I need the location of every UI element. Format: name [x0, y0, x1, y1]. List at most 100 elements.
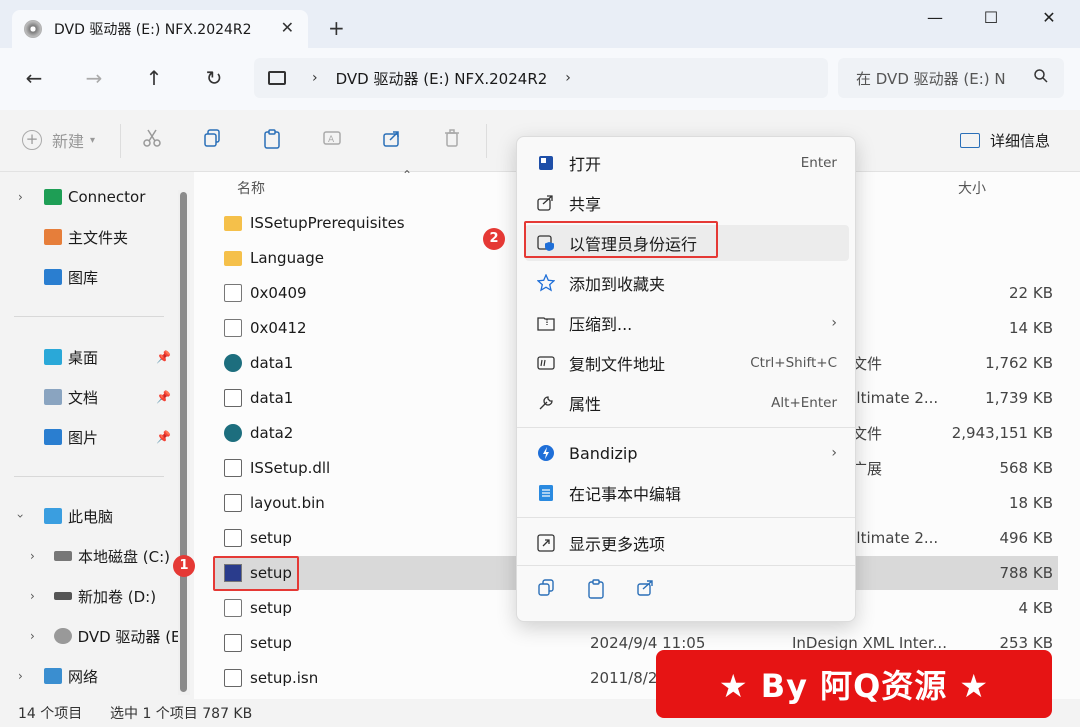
- copy-icon[interactable]: [202, 128, 222, 152]
- cut-icon[interactable]: [142, 128, 162, 152]
- file-name: data2: [250, 424, 294, 442]
- chevron-down-icon[interactable]: ›: [13, 514, 27, 519]
- sidebar-item-network[interactable]: › 网络: [0, 661, 178, 691]
- menu-item-compress[interactable]: 压缩到... ›: [525, 305, 849, 341]
- paste-icon[interactable]: [262, 128, 282, 154]
- file-size: 14 KB: [1009, 319, 1053, 337]
- open-icon: [537, 154, 555, 172]
- chevron-right-icon[interactable]: ›: [30, 549, 35, 563]
- menu-item-edit-notepad[interactable]: 在记事本中编辑: [525, 475, 849, 511]
- minimize-button[interactable]: —: [920, 8, 950, 27]
- menu-shortcut: Enter: [800, 155, 837, 171]
- file-icon: [224, 529, 242, 547]
- sidebar-item-home[interactable]: 主文件夹: [0, 222, 178, 252]
- sidebar-item-desktop[interactable]: 桌面 📌: [0, 342, 178, 372]
- address-path[interactable]: DVD 驱动器 (E:) NFX.2024R2: [336, 68, 548, 89]
- share-icon[interactable]: [637, 579, 655, 602]
- new-button[interactable]: + 新建 ▾: [22, 128, 95, 152]
- sidebar-item-drive-e[interactable]: › DVD 驱动器 (E: [0, 621, 178, 651]
- watermark-banner: ★ By 阿Q资源 ★: [656, 650, 1052, 718]
- new-tab-button[interactable]: +: [328, 16, 345, 40]
- file-size: 568 KB: [999, 459, 1053, 477]
- chevron-right-icon: ›: [831, 445, 837, 461]
- copy-icon[interactable]: [537, 579, 555, 602]
- chevron-right-icon: ›: [831, 315, 837, 331]
- toolbar-divider: [120, 124, 121, 158]
- menu-item-copy-path[interactable]: 复制文件地址 Ctrl+Shift+C: [525, 345, 849, 381]
- back-button[interactable]: ←: [20, 66, 48, 90]
- pin-icon[interactable]: 📌: [156, 390, 171, 404]
- search-box[interactable]: 在 DVD 驱动器 (E:) N: [838, 58, 1064, 98]
- wrench-icon: [537, 394, 555, 412]
- refresh-button[interactable]: ↻: [200, 66, 228, 90]
- menu-label: 打开: [569, 155, 602, 174]
- share-icon[interactable]: [382, 128, 402, 152]
- file-size: 22 KB: [1009, 284, 1053, 302]
- scrollbar-thumb[interactable]: [180, 192, 187, 692]
- file-type: Jltimate 2...: [852, 529, 939, 547]
- file-size: 496 KB: [999, 529, 1053, 547]
- file-size: 2,943,151 KB: [951, 424, 1053, 442]
- selection-info: 选中 1 个项目 787 KB: [110, 706, 253, 722]
- delete-icon[interactable]: [442, 128, 462, 152]
- file-type: 文件: [852, 354, 883, 373]
- up-button[interactable]: ↑: [140, 66, 168, 90]
- dvd-drive-icon: [24, 20, 42, 38]
- watermark-text: ★ By 阿Q资源 ★: [718, 667, 990, 705]
- menu-item-add-favorite[interactable]: 添加到收藏夹: [525, 265, 849, 301]
- file-icon: [224, 389, 242, 407]
- sidebar-item-this-pc[interactable]: › 此电脑: [0, 501, 178, 531]
- window-tab[interactable]: DVD 驱动器 (E:) NFX.2024R2 ✕: [12, 10, 308, 48]
- star-icon: [537, 274, 555, 292]
- file-name: setup.isn: [250, 669, 319, 687]
- menu-item-properties[interactable]: 属性 Alt+Enter: [525, 385, 849, 421]
- sidebar-item-connector[interactable]: › Connector: [0, 182, 178, 212]
- sidebar-item-documents[interactable]: 文档 📌: [0, 382, 178, 412]
- tab-close-icon[interactable]: ✕: [281, 18, 294, 37]
- search-input[interactable]: 在 DVD 驱动器 (E:) N: [856, 68, 1034, 89]
- file-name: data1: [250, 354, 294, 372]
- file-name: setup: [250, 599, 292, 617]
- menu-item-open[interactable]: 打开 Enter: [525, 145, 849, 181]
- file-name: setup: [250, 529, 292, 547]
- sidebar-label: 本地磁盘 (C:): [78, 547, 170, 566]
- menu-item-share[interactable]: 共享: [525, 185, 849, 221]
- chevron-right-icon[interactable]: ›: [18, 190, 23, 204]
- pin-icon[interactable]: 📌: [156, 430, 171, 444]
- highlight-box-setup: [213, 556, 299, 591]
- column-header-size[interactable]: 大小: [958, 178, 986, 198]
- details-pane-button[interactable]: 详细信息: [960, 130, 1050, 151]
- chevron-right-icon[interactable]: ›: [30, 589, 35, 603]
- pin-icon[interactable]: 📌: [156, 350, 171, 364]
- sidebar-item-gallery[interactable]: 图库: [0, 262, 178, 292]
- sidebar-item-drive-d[interactable]: › 新加卷 (D:): [0, 581, 178, 611]
- sidebar-item-pictures[interactable]: 图片 📌: [0, 422, 178, 452]
- computer-icon: [44, 508, 62, 524]
- details-pane-icon: [960, 133, 980, 148]
- sidebar-label: 图片: [68, 428, 99, 447]
- paste-icon[interactable]: [587, 579, 605, 604]
- address-bar[interactable]: › DVD 驱动器 (E:) NFX.2024R2 ›: [254, 58, 828, 98]
- forward-button[interactable]: →: [80, 66, 108, 90]
- column-header-name[interactable]: 名称: [237, 178, 265, 198]
- sidebar-item-drive-c[interactable]: › 本地磁盘 (C:): [0, 541, 178, 571]
- rename-icon[interactable]: A: [322, 128, 342, 152]
- sidebar-label: 网络: [68, 667, 99, 686]
- sidebar-label: 文档: [68, 388, 99, 407]
- maximize-button[interactable]: ☐: [976, 8, 1006, 27]
- menu-item-bandizip[interactable]: Bandizip ›: [525, 435, 849, 471]
- close-button[interactable]: ✕: [1034, 8, 1064, 27]
- search-icon[interactable]: [1034, 69, 1064, 87]
- menu-label: 复制文件地址: [569, 355, 666, 374]
- sidebar-label: 桌面: [68, 348, 99, 367]
- sidebar-scrollbar[interactable]: [178, 190, 190, 695]
- menu-item-show-more[interactable]: 显示更多选项: [525, 525, 849, 561]
- chevron-right-icon[interactable]: ›: [565, 70, 571, 86]
- menu-shortcut: Ctrl+Shift+C: [750, 355, 837, 371]
- menu-label: 属性: [569, 395, 602, 414]
- plus-icon: +: [22, 130, 42, 150]
- chevron-right-icon[interactable]: ›: [312, 70, 318, 86]
- chevron-right-icon[interactable]: ›: [30, 629, 35, 643]
- file-date: 2011/8/2: [590, 669, 658, 687]
- chevron-right-icon[interactable]: ›: [18, 669, 23, 683]
